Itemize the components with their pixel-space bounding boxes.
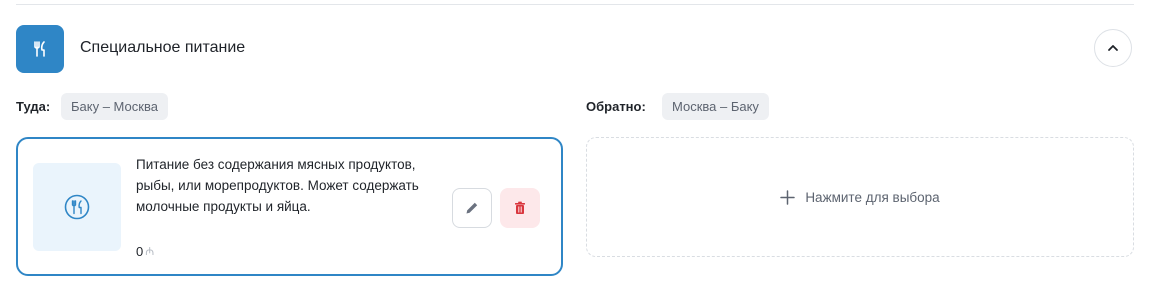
- delete-meal-button[interactable]: [500, 188, 540, 228]
- chevron-up-icon: [1108, 45, 1118, 51]
- price-value: 0: [136, 244, 144, 259]
- section-title: Специальное питание: [80, 39, 246, 56]
- meal-thumbnail: [33, 163, 121, 251]
- meal-price: 0 ₼: [136, 243, 154, 261]
- utensils-icon: [16, 25, 64, 73]
- selected-meal-card[interactable]: Питание без содержания мясных продуктов,…: [16, 137, 563, 276]
- return-meal-select[interactable]: Нажмите для выбора: [586, 137, 1134, 257]
- return-route-chip: Москва – Баку: [662, 93, 769, 120]
- pencil-icon: [466, 202, 478, 214]
- plus-icon: [780, 189, 796, 205]
- select-prompt: Нажмите для выбора: [805, 189, 940, 205]
- meal-description: Питание без содержания мясных продуктов,…: [136, 157, 419, 214]
- price-currency: ₼: [145, 246, 155, 258]
- section-divider: [16, 4, 1134, 5]
- trash-icon: [515, 201, 525, 214]
- collapse-button[interactable]: [1094, 29, 1132, 67]
- edit-meal-button[interactable]: [452, 188, 492, 228]
- outbound-label: Туда:: [16, 99, 51, 114]
- outbound-route-chip: Баку – Москва: [61, 93, 168, 120]
- return-label: Обратно:: [586, 99, 646, 114]
- utensils-circle-icon: [64, 194, 90, 220]
